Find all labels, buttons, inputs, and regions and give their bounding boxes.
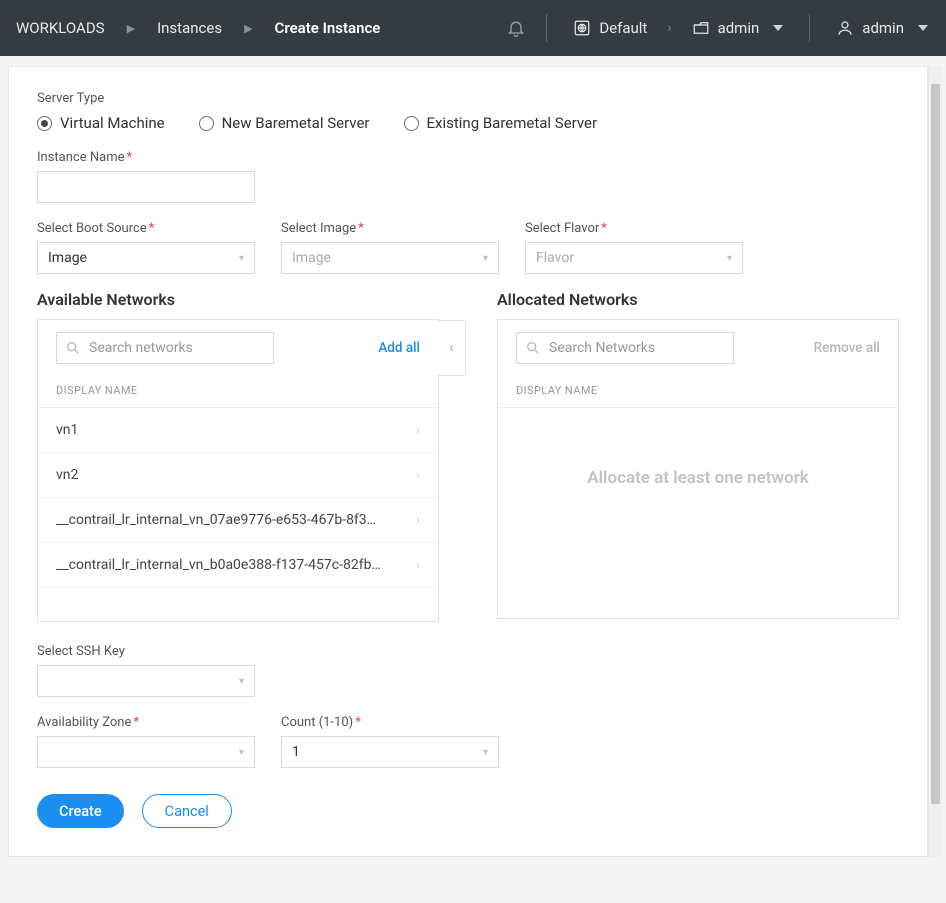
select-value: Image <box>48 250 87 266</box>
divider <box>809 14 810 42</box>
chevron-right-icon: › <box>667 20 671 36</box>
chevron-down-icon <box>773 25 783 31</box>
scope-label: Default <box>599 19 647 37</box>
chevron-down-icon: ▾ <box>239 253 244 264</box>
network-row[interactable]: vn1› <box>38 407 438 452</box>
count-select[interactable]: 1 ▾ <box>281 736 499 768</box>
topbar: WORKLOADS ▶ Instances ▶ Create Instance … <box>0 0 946 56</box>
crumb-create-instance: Create Instance <box>271 15 385 41</box>
flavor-label: Select Flavor* <box>525 221 743 236</box>
zone-select[interactable]: ▾ <box>37 736 255 768</box>
project-icon <box>692 19 710 37</box>
available-col-header: DISPLAY NAME <box>38 366 438 407</box>
radio-label: Virtual Machine <box>60 114 165 132</box>
chevron-left-icon: ‹ <box>449 340 453 356</box>
user-menu[interactable]: admin <box>830 15 934 41</box>
chevron-down-icon: ▾ <box>239 676 244 687</box>
topbar-right: Default › admin admin <box>506 14 934 42</box>
available-networks-title: Available Networks <box>37 290 439 309</box>
allocated-networks-panel: Search Networks Remove all DISPLAY NAME … <box>497 319 899 619</box>
project-label: admin <box>718 19 760 37</box>
globe-icon <box>573 19 591 37</box>
chevron-right-icon: ▶ <box>234 22 262 35</box>
instance-name-input[interactable] <box>37 171 255 203</box>
chevron-down-icon: ▾ <box>239 747 244 758</box>
image-label: Select Image* <box>281 221 499 236</box>
select-placeholder: Flavor <box>536 250 574 266</box>
count-label: Count (1-10)* <box>281 715 499 730</box>
boot-source-label: Select Boot Source* <box>37 221 255 236</box>
divider <box>546 14 547 42</box>
create-button[interactable]: Create <box>37 794 124 828</box>
chevron-right-icon: ▶ <box>117 22 145 35</box>
available-search-input[interactable]: Search networks <box>56 332 274 364</box>
search-placeholder: Search Networks <box>549 340 655 356</box>
radio-icon <box>37 116 52 131</box>
add-all-button[interactable]: Add all <box>378 340 420 356</box>
allocated-search-input[interactable]: Search Networks <box>516 332 734 364</box>
chevron-down-icon: ▾ <box>727 253 732 264</box>
flavor-select[interactable]: Flavor ▾ <box>525 242 743 274</box>
allocated-empty-message: Allocate at least one network <box>498 408 898 548</box>
bell-icon[interactable] <box>506 18 526 38</box>
radio-virtual-machine[interactable]: Virtual Machine <box>37 114 165 132</box>
network-row[interactable]: __contrail_lr_internal_vn_07ae9776-e653-… <box>38 497 438 542</box>
radio-icon <box>199 116 214 131</box>
ssh-key-label: Select SSH Key <box>37 644 899 659</box>
chevron-right-icon: › <box>416 423 420 438</box>
chevron-right-icon: › <box>416 468 420 483</box>
search-icon <box>65 340 81 356</box>
boot-source-select[interactable]: Image ▾ <box>37 242 255 274</box>
chevron-right-icon: › <box>416 558 420 573</box>
chevron-down-icon: ▾ <box>483 747 488 758</box>
radio-label: Existing Baremetal Server <box>427 114 598 132</box>
scope-selector[interactable]: Default <box>567 15 653 41</box>
crumb-workloads[interactable]: WORKLOADS <box>12 15 109 41</box>
radio-label: New Baremetal Server <box>222 114 370 132</box>
user-icon <box>836 19 854 37</box>
search-icon <box>525 340 541 356</box>
network-row[interactable]: __contrail_lr_internal_vn_b0a0e388-f137-… <box>38 542 438 587</box>
search-placeholder: Search networks <box>89 340 193 356</box>
available-networks-panel: ‹ Search networks Add all DISPLAY NAME v… <box>37 319 439 622</box>
chevron-right-icon: › <box>416 513 420 528</box>
create-instance-form: Server Type Virtual Machine New Baremeta… <box>8 66 928 857</box>
scrollbar-thumb[interactable] <box>931 84 940 804</box>
server-type-options: Virtual Machine New Baremetal Server Exi… <box>37 114 899 132</box>
radio-icon <box>404 116 419 131</box>
crumb-instances[interactable]: Instances <box>153 15 226 41</box>
allocated-networks-title: Allocated Networks <box>497 290 899 309</box>
project-selector[interactable]: admin <box>686 15 790 41</box>
chevron-down-icon <box>918 25 928 31</box>
breadcrumb: WORKLOADS ▶ Instances ▶ Create Instance <box>12 15 506 41</box>
swap-networks-button[interactable]: ‹ <box>438 320 466 376</box>
ssh-key-select[interactable]: ▾ <box>37 665 255 697</box>
cancel-button[interactable]: Cancel <box>142 794 232 828</box>
zone-label: Availability Zone* <box>37 715 255 730</box>
remove-all-button[interactable]: Remove all <box>814 340 880 356</box>
network-row[interactable]: vn2› <box>38 452 438 497</box>
radio-existing-baremetal[interactable]: Existing Baremetal Server <box>404 114 598 132</box>
select-placeholder: Image <box>292 250 331 266</box>
scrollbar[interactable] <box>928 66 942 857</box>
image-select[interactable]: Image ▾ <box>281 242 499 274</box>
user-label: admin <box>862 19 904 37</box>
radio-new-baremetal[interactable]: New Baremetal Server <box>199 114 370 132</box>
chevron-down-icon: ▾ <box>483 253 488 264</box>
server-type-label: Server Type <box>37 91 899 106</box>
instance-name-label: Instance Name* <box>37 150 899 165</box>
select-value: 1 <box>292 744 300 760</box>
allocated-col-header: DISPLAY NAME <box>498 366 898 407</box>
